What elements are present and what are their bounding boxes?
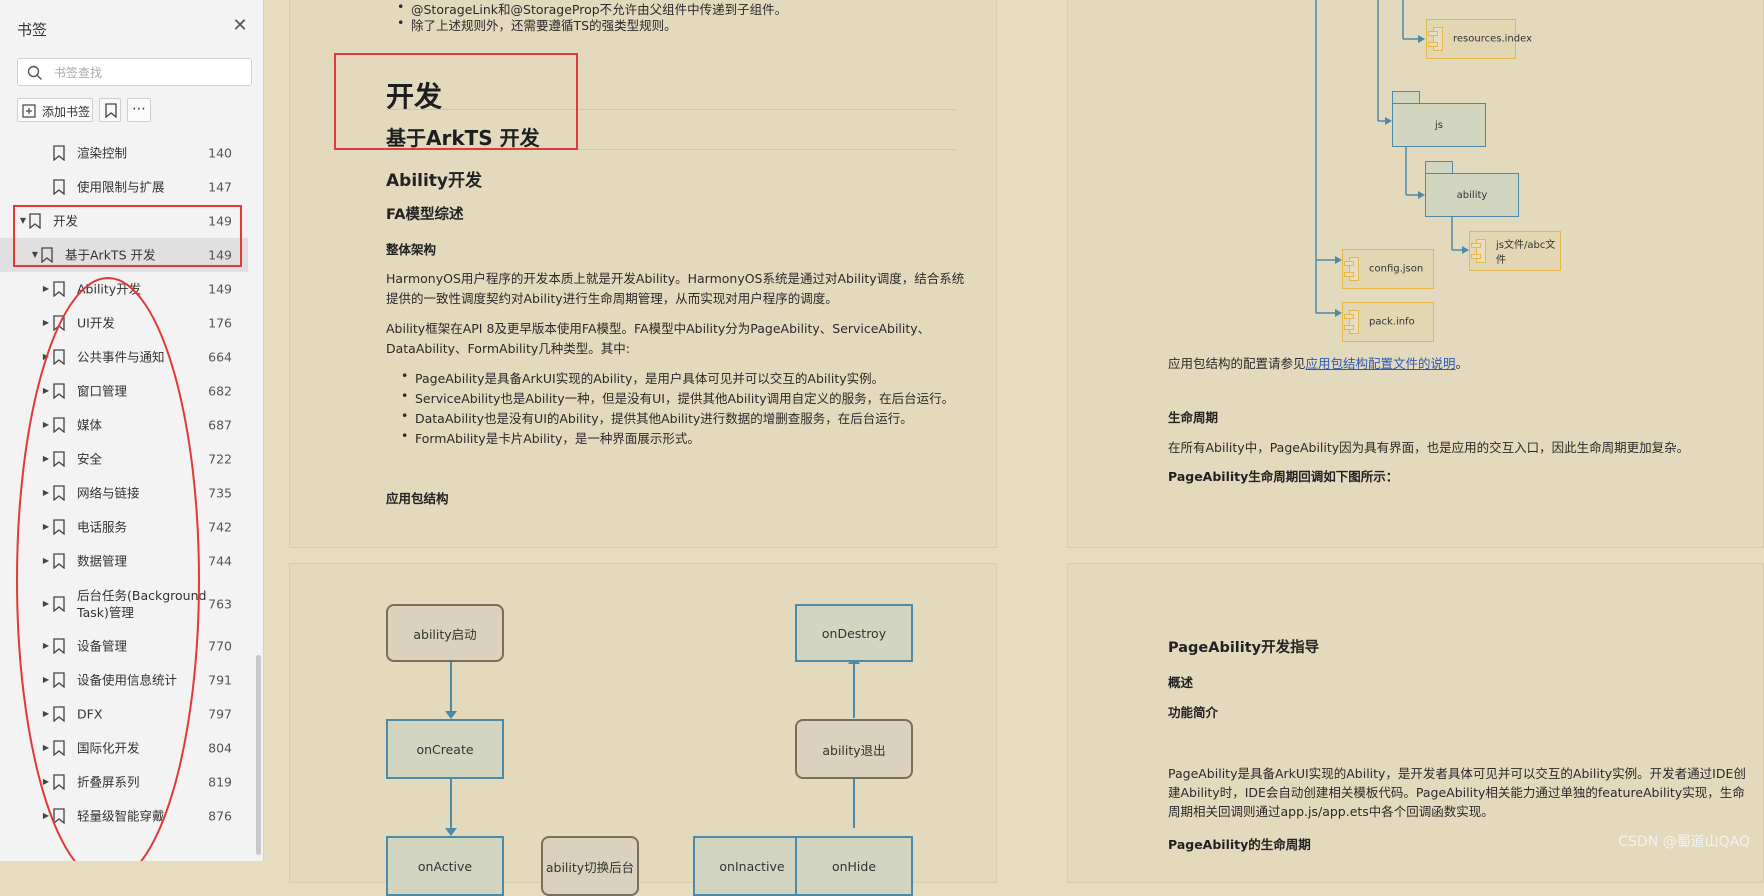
para2-line1: Ability框架在API 8及更早版本使用FA模型。FA模型中Ability分…: [386, 321, 931, 336]
watermark: CSDN @蜀道山QAQ: [1618, 834, 1750, 850]
heading-intro: 功能简介: [1168, 705, 1219, 720]
para2-line2: DataAbility、FormAbility几种类型。其中:: [386, 341, 630, 356]
heading-pageability-guide: PageAbility开发指导: [1168, 640, 1320, 656]
guide-para-line2: 建Ability时，IDE会自动创建相关模板代码。PageAbility相关能力…: [1168, 785, 1745, 800]
bullet-data-ability: DataAbility也是没有UI的Ability，提供其他Ability进行数…: [401, 408, 913, 427]
heading-fa-model: FA模型综述: [386, 207, 464, 223]
page-2: resources.index js ability config.json j…: [1067, 0, 1764, 548]
node-ability-exit: ability退出: [795, 719, 913, 779]
node-on-destroy: onDestroy: [795, 604, 913, 662]
bullet-page-ability: PageAbility是具备ArkUI实现的Ability，是用户具体可见并可以…: [401, 368, 884, 387]
document-view[interactable]: @StorageLink和@StorageProp不允许由父组件中传递到子组件。…: [264, 0, 1764, 896]
heading-lifecycle: 生命周期: [1168, 410, 1219, 425]
page1-top-line-2: 除了上述规则外，还需要遵循TS的强类型规则。: [397, 15, 677, 34]
node-js-folder: js: [1392, 103, 1486, 147]
heading-pageability-lifecycle: PageAbility的生命周期: [1168, 837, 1311, 852]
node-js-abc: js文件/abc文件: [1469, 231, 1561, 271]
node-on-inactive: onInactive: [693, 836, 811, 896]
node-ability-background: ability切换后台: [541, 836, 639, 896]
bullet-form-ability: FormAbility是卡片Ability，是一种界面展示形式。: [401, 428, 700, 447]
heading-package-structure: 应用包结构: [386, 491, 449, 506]
node-on-create: onCreate: [386, 719, 504, 779]
para1-line1: HarmonyOS用户程序的开发本质上就是开发Ability。HarmonyOS…: [386, 271, 965, 286]
node-config-json: config.json: [1342, 249, 1434, 289]
node-pack-info: pack.info: [1342, 302, 1434, 342]
annotation-ellipse: [16, 277, 200, 861]
package-config-note: 应用包结构的配置请参见应用包结构配置文件的说明。: [1168, 356, 1469, 371]
package-config-link[interactable]: 应用包结构配置文件的说明: [1306, 356, 1456, 371]
heading-overview: 概述: [1168, 675, 1194, 690]
para1-line2: 提供的一致性调度契约对Ability进行生命周期管理，从而实现对用户程序的调度。: [386, 291, 838, 306]
node-ability-folder: ability: [1425, 173, 1519, 217]
bookmark-sidebar: 书签 ✕ 添加书签 ⋯ 渲染控制140使用限制与扩展147▼开发149▼基于Ar…: [0, 0, 264, 861]
page-3: ability启动 onCreate onDestroy ability退出 o…: [289, 563, 997, 896]
heading-ability: Ability开发: [386, 171, 483, 191]
annotation-box-headings: [334, 53, 578, 150]
node-on-active: onActive: [386, 836, 504, 896]
guide-para-line1: PageAbility是具备ArkUI实现的Ability，是开发者具体可见并可…: [1168, 766, 1746, 781]
guide-para-line3: 周期相关回调则通过app.js/app.ets中各个回调函数实现。: [1168, 804, 1494, 819]
lifecycle-text: 在所有Ability中，PageAbility因为具有界面，也是应用的交互入口，…: [1168, 440, 1690, 455]
bullet-service-ability: ServiceAbility也是Ability一种，但是没有UI，提供其他Abi…: [401, 388, 954, 407]
node-ability-start: ability启动: [386, 604, 504, 662]
node-on-hide: onHide: [795, 836, 913, 896]
heading-architecture: 整体架构: [386, 242, 437, 257]
lifecycle-figure-caption: PageAbility生命周期回调如下图所示：: [1168, 469, 1399, 484]
node-resources-index: resources.index: [1426, 19, 1532, 59]
